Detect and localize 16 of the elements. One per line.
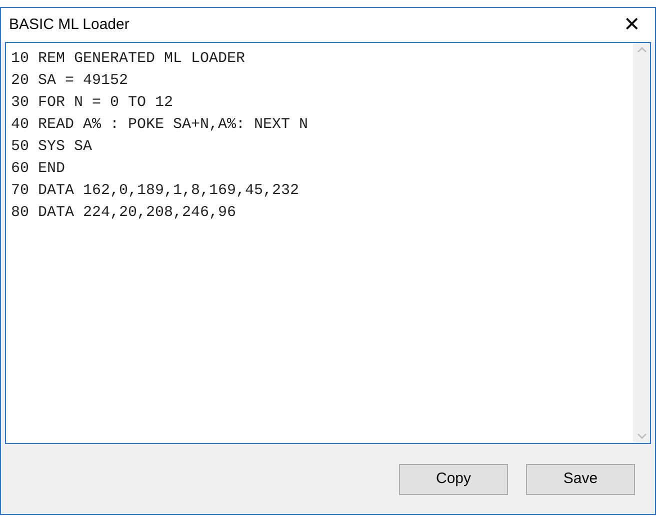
code-editor[interactable]: 10 REM GENERATED ML LOADER 20 SA = 49152 30 FOR N = 0 TO 12 40 READ A% : POKE SA+N,A%: NEXT N 50 SYS SA 60 END 70 DATA 162,0,189,1,8,169,45,232 80 DATA 224,20,208,246,96 — [5, 42, 651, 444]
code-line: 20 SA = 49152 — [11, 71, 128, 91]
code-line: 30 FOR N = 0 TO 12 — [11, 93, 174, 113]
scrollbar[interactable] — [633, 43, 650, 443]
code-line: 40 READ A% : POKE SA+N,A%: NEXT N — [11, 115, 308, 135]
code-line: 10 REM GENERATED ML LOADER — [11, 49, 246, 69]
code-line: 50 SYS SA — [11, 137, 92, 157]
dialog-button[interactable]: Save — [526, 464, 635, 494]
scroll-down-icon[interactable] — [636, 433, 646, 439]
dialog-button[interactable]: Copy — [399, 464, 508, 494]
scroll-up-icon[interactable] — [636, 47, 646, 53]
close-button[interactable]: ✕ — [609, 9, 655, 41]
window-title: BASIC ML Loader — [9, 14, 130, 35]
code-line: 80 DATA 224,20,208,246,96 — [11, 203, 236, 223]
code-line: 70 DATA 162,0,189,1,8,169,45,232 — [11, 181, 300, 201]
code-line: 60 END — [11, 159, 66, 179]
